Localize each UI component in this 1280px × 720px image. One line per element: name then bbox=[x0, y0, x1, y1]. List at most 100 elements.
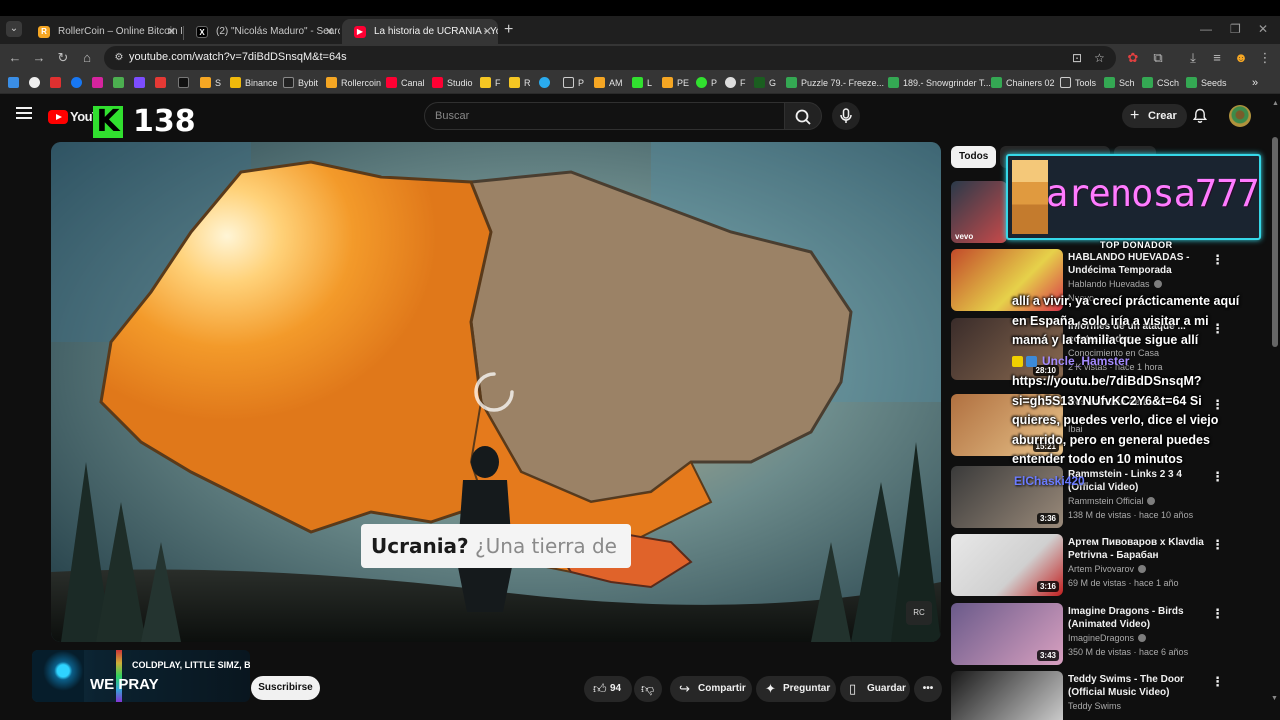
bookmark-icon[interactable] bbox=[50, 75, 65, 91]
bookmark-csch[interactable]: CSch bbox=[1142, 75, 1179, 91]
bookmark-icon[interactable] bbox=[113, 75, 128, 91]
tab-rollercoin[interactable]: R RollerCoin – Online Bitcoin Min ✕ bbox=[26, 19, 182, 45]
bookmark-star-icon[interactable]: ☆ bbox=[1094, 51, 1105, 65]
bookmark-icon[interactable] bbox=[178, 75, 193, 91]
bookmark-icon[interactable] bbox=[155, 75, 170, 91]
channel-name[interactable]: Hablando Huevadas bbox=[1068, 279, 1162, 289]
bookmark-seeds[interactable]: Seeds bbox=[1186, 75, 1227, 91]
more-options-icon[interactable]: ⋮ bbox=[1211, 253, 1224, 266]
bookmark-chainers[interactable]: Chainers 02 bbox=[991, 75, 1055, 91]
page-scrollbar-thumb[interactable] bbox=[1272, 137, 1278, 347]
recommended-video[interactable]: 3:16 Артем Пивоваров x Klavdia Petrivna … bbox=[951, 534, 1231, 596]
bookmark-icon[interactable] bbox=[8, 75, 23, 91]
guide-menu-icon[interactable] bbox=[16, 107, 32, 119]
video-title[interactable]: Teddy Swims - The Door (Official Music V… bbox=[1068, 673, 1210, 699]
install-app-icon[interactable]: ⊡ bbox=[1072, 51, 1082, 65]
media-controls-icon[interactable]: ≡ bbox=[1208, 49, 1226, 67]
more-options-icon[interactable]: ⋮ bbox=[1211, 607, 1224, 620]
video-thumbnail[interactable] bbox=[951, 671, 1063, 720]
minimize-icon[interactable]: — bbox=[1200, 22, 1212, 36]
bookmark-am[interactable]: AM bbox=[594, 75, 623, 91]
subscribe-button[interactable]: Suscribirse bbox=[251, 676, 320, 700]
forward-icon[interactable]: → bbox=[30, 49, 48, 67]
search-input[interactable]: Buscar bbox=[424, 102, 786, 130]
bookmark-canal[interactable]: Canal bbox=[386, 75, 425, 91]
more-options-icon[interactable]: ⋮ bbox=[1211, 675, 1224, 688]
bookmark-r[interactable]: R bbox=[509, 75, 531, 91]
notifications-bell-icon[interactable] bbox=[1192, 108, 1208, 124]
address-bar[interactable]: ⚙ youtube.com/watch?v=7diBdDSnsqM&t=64s … bbox=[104, 46, 1116, 70]
extension-icon[interactable]: ✿ bbox=[1124, 49, 1142, 67]
video-thumbnail[interactable]: 3:16 bbox=[951, 534, 1063, 596]
recommended-video[interactable]: 3:43 Imagine Dragons - Birds (Animated V… bbox=[951, 603, 1231, 665]
bookmark-studio[interactable]: Studio bbox=[432, 75, 473, 91]
video-title[interactable]: Rammstein - Links 2 3 4 (Official Video) bbox=[1068, 468, 1210, 494]
dislike-button[interactable]: 👎︎ bbox=[634, 676, 662, 702]
bookmark-s[interactable]: S bbox=[200, 75, 221, 91]
back-icon[interactable]: ← bbox=[6, 49, 24, 67]
channel-name[interactable]: Teddy Swims bbox=[1068, 701, 1121, 711]
bookmark-icon[interactable] bbox=[92, 75, 107, 91]
video-thumbnail[interactable]: vevo bbox=[951, 181, 1007, 243]
scroll-down-arrow-icon[interactable]: ▼ bbox=[1271, 695, 1278, 702]
recommended-video[interactable]: 3:36 Rammstein - Links 2 3 4 (Official V… bbox=[951, 466, 1231, 528]
video-thumbnail[interactable]: 3:43 bbox=[951, 603, 1063, 665]
downloads-icon[interactable]: ⤓ bbox=[1184, 49, 1202, 67]
maximize-icon[interactable]: ❐ bbox=[1230, 22, 1241, 36]
close-tab-icon[interactable]: ✕ bbox=[483, 19, 492, 45]
tab-youtube-active[interactable]: ▶ La historia de UCRANIA - YouTu ✕ bbox=[342, 19, 498, 45]
bookmark-icon[interactable] bbox=[134, 75, 149, 91]
search-button[interactable] bbox=[784, 102, 822, 130]
bookmark-puzzle[interactable]: Puzzle 79.- Freeze... bbox=[786, 75, 884, 91]
bookmark-g[interactable]: G bbox=[754, 75, 776, 91]
bookmark-snowgrinder[interactable]: 189.- Snowgrinder T... bbox=[888, 75, 991, 91]
video-title[interactable]: Imagine Dragons - Birds (Animated Video) bbox=[1068, 605, 1210, 631]
site-info-icon[interactable]: ⚙ bbox=[112, 51, 126, 65]
bookmark-binance[interactable]: Binance bbox=[230, 75, 278, 91]
bookmark-pe[interactable]: PE bbox=[662, 75, 689, 91]
save-button[interactable]: ▯ Guardar bbox=[840, 676, 910, 702]
chip-all[interactable]: Todos bbox=[951, 146, 997, 168]
bookmark-folder-p[interactable]: P bbox=[563, 75, 584, 91]
bookmark-icon[interactable] bbox=[539, 75, 554, 91]
close-tab-icon[interactable]: ✕ bbox=[325, 19, 334, 45]
ask-button[interactable]: ✦ Preguntar bbox=[756, 676, 836, 702]
bookmark-l[interactable]: L bbox=[632, 75, 652, 91]
recommended-video[interactable]: Teddy Swims - The Door (Official Music V… bbox=[951, 671, 1231, 720]
bookmark-rollercoin[interactable]: Rollercoin bbox=[326, 75, 381, 91]
more-options-icon[interactable]: ⋮ bbox=[1211, 470, 1224, 483]
bookmark-sch[interactable]: Sch bbox=[1104, 75, 1135, 91]
bookmark-f[interactable]: F bbox=[480, 75, 501, 91]
extensions-puzzle-icon[interactable]: ⧉ bbox=[1149, 49, 1167, 67]
tab-x-search[interactable]: X (2) "Nicolás Maduro" - Search / ✕ bbox=[184, 19, 340, 45]
share-button[interactable]: ↪ Compartir bbox=[670, 676, 752, 702]
profile-icon[interactable]: ☻ bbox=[1232, 49, 1250, 67]
close-window-icon[interactable]: ✕ bbox=[1258, 22, 1268, 36]
bookmark-p2[interactable]: P bbox=[696, 75, 717, 91]
video-title[interactable]: HABLANDO HUEVADAS - Undécima Temporada [… bbox=[1068, 251, 1210, 277]
bookmark-icon[interactable] bbox=[71, 75, 86, 91]
voice-search-button[interactable] bbox=[832, 102, 860, 130]
bookmark-f2[interactable]: F bbox=[725, 75, 746, 91]
more-options-icon[interactable]: ⋮ bbox=[1211, 538, 1224, 551]
more-bookmarks-icon[interactable]: » bbox=[1252, 75, 1258, 91]
scroll-up-arrow-icon[interactable]: ▲ bbox=[1272, 100, 1279, 107]
channel-name[interactable]: Rammstein Official bbox=[1068, 496, 1156, 506]
close-tab-icon[interactable]: ✕ bbox=[167, 19, 176, 45]
tab-search-button[interactable]: ⌄ bbox=[6, 21, 22, 37]
browser-menu-icon[interactable]: ⋮ bbox=[1256, 49, 1274, 67]
more-actions-button[interactable]: ••• bbox=[914, 676, 942, 702]
channel-name[interactable]: ImagineDragons bbox=[1068, 633, 1147, 643]
channel-watermark[interactable]: RC bbox=[906, 601, 932, 625]
channel-name[interactable]: Artem Pivovarov bbox=[1068, 564, 1147, 574]
home-icon[interactable]: ⌂ bbox=[78, 49, 96, 67]
new-tab-icon[interactable]: + bbox=[504, 21, 513, 39]
account-avatar[interactable] bbox=[1229, 105, 1251, 127]
bookmark-icon[interactable] bbox=[29, 75, 44, 91]
video-title[interactable]: Артем Пивоваров x Klavdia Petrivna - Бар… bbox=[1068, 536, 1210, 562]
bookmark-bybit[interactable]: Bybit bbox=[283, 75, 318, 91]
create-button[interactable]: + Crear bbox=[1122, 104, 1187, 128]
like-button[interactable]: 👍︎ 94 bbox=[584, 676, 632, 702]
reload-icon[interactable]: ↻ bbox=[54, 49, 72, 67]
bookmark-folder-tools[interactable]: Tools bbox=[1060, 75, 1096, 91]
